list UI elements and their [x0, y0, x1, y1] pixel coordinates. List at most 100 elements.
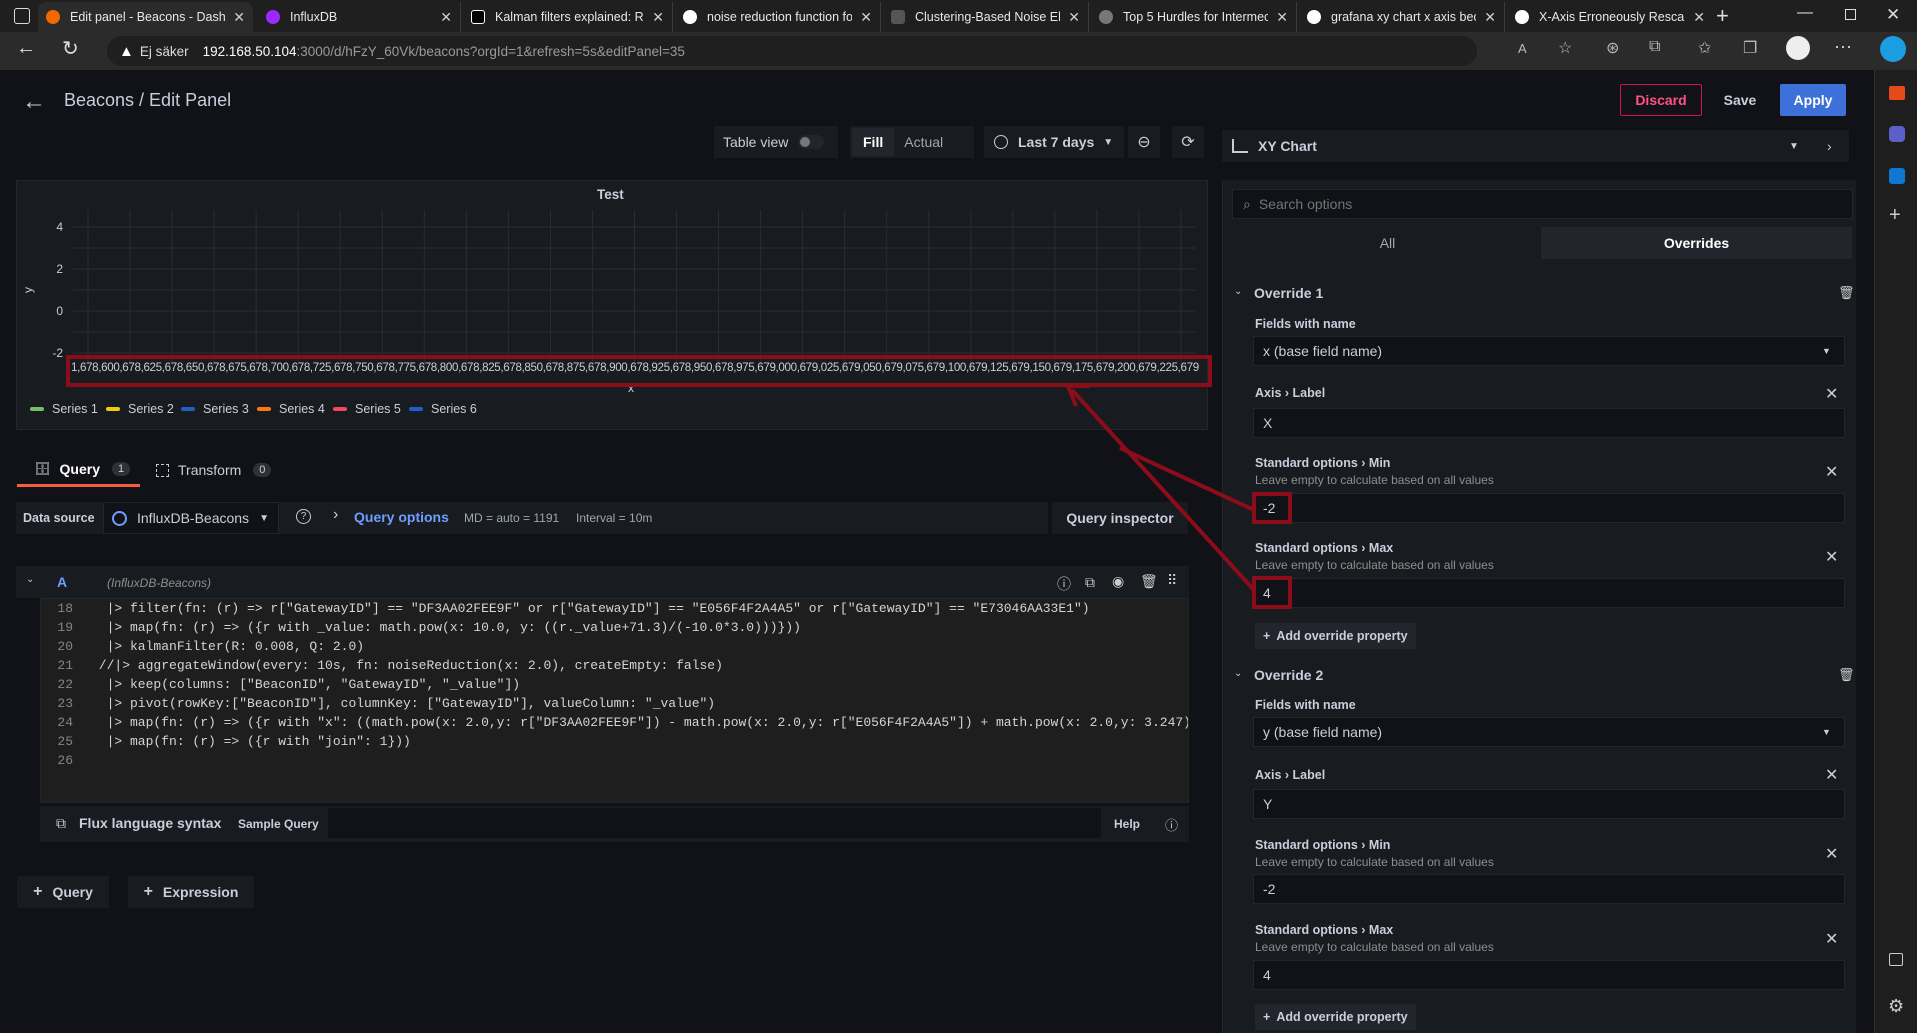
drag-handle-icon[interactable]: ⠿ [1167, 572, 1177, 589]
remove-property-icon[interactable]: ✕ [1825, 929, 1838, 949]
profile-icon[interactable] [1786, 36, 1810, 60]
eye-icon[interactable]: ◉ [1112, 573, 1124, 590]
close-tab-icon[interactable]: ✕ [1068, 9, 1080, 26]
close-tab-icon[interactable]: ✕ [1693, 9, 1705, 26]
settings-icon[interactable]: ⚙ [1888, 996, 1904, 1017]
back-arrow-icon[interactable]: ← [22, 88, 46, 116]
override-title[interactable]: Override 1 [1254, 285, 1323, 301]
browser-tab[interactable]: grafana xy chart x axis bec ✕ [1299, 2, 1505, 32]
max-input[interactable]: 4 [1253, 960, 1845, 990]
trash-icon[interactable]: 🗑 [1140, 573, 1158, 590]
read-aloud-icon[interactable]: A [1518, 41, 1527, 56]
min-input[interactable]: -2 [1253, 493, 1845, 523]
query-options-button[interactable]: Query options [354, 509, 449, 525]
table-view-toggle[interactable]: Table view [714, 126, 838, 158]
url-field[interactable]: ▲ Ej säker 192.168.50.104:3000/d/hFzY_60… [107, 36, 1477, 66]
help-icon[interactable]: ⓘ [1057, 574, 1071, 594]
favorite-icon[interactable]: ☆ [1558, 38, 1572, 58]
browser-tab[interactable]: InfluxDB ✕ [258, 2, 461, 32]
back-icon[interactable]: ← [16, 37, 36, 60]
bing-chat-icon[interactable] [1889, 126, 1905, 142]
help-icon[interactable]: ? [296, 509, 311, 524]
new-tab-icon[interactable]: + [1716, 3, 1729, 29]
favorites-icon[interactable]: ✩ [1698, 38, 1711, 58]
remove-property-icon[interactable]: ✕ [1825, 384, 1838, 404]
collapse-icon[interactable]: ⌄ [26, 574, 34, 585]
chevron-right-icon[interactable]: › [1827, 138, 1832, 154]
toggle-switch[interactable] [798, 135, 825, 149]
bing-icon[interactable] [1880, 36, 1906, 62]
tab-overrides[interactable]: Overrides [1541, 227, 1852, 259]
save-button[interactable]: Save [1710, 84, 1770, 116]
trash-icon[interactable]: 🗑 [1838, 667, 1855, 683]
tab-all[interactable]: All [1235, 227, 1540, 259]
info-icon[interactable]: ⓘ [1165, 815, 1178, 834]
minimize-icon[interactable]: — [1797, 4, 1813, 22]
extensions-icon[interactable]: ⧉ [1649, 38, 1660, 56]
hide-sidebar-icon[interactable] [1889, 953, 1903, 966]
legend-item[interactable]: Series 2 [106, 402, 174, 416]
search-options-field[interactable] [1258, 196, 1819, 212]
refresh-button[interactable]: ⟳ [1172, 126, 1204, 158]
maximize-icon[interactable] [1845, 9, 1856, 20]
help-button[interactable]: Help [1114, 817, 1140, 831]
tools-icon[interactable] [1889, 86, 1905, 100]
fill-actual-radio[interactable]: Fill Actual [850, 126, 974, 158]
query-inspector-button[interactable]: Query inspector [1052, 502, 1188, 534]
outlook-icon[interactable] [1889, 168, 1905, 184]
chevron-down-icon[interactable]: ▼ [1789, 141, 1799, 152]
tab-query[interactable]: 🗄 Query 1 [17, 453, 140, 487]
time-range-picker[interactable]: Last 7 days ▼ [984, 126, 1124, 158]
actual-option[interactable]: Actual [894, 128, 953, 156]
sample-query-select[interactable] [328, 808, 1101, 838]
datasource-picker[interactable]: InfluxDB-Beacons ▼ [103, 502, 279, 534]
tab-transform[interactable]: Transform 0 [156, 453, 282, 487]
legend-item[interactable]: Series 4 [257, 402, 325, 416]
flux-syntax-link[interactable]: Flux language syntax [79, 815, 221, 831]
chevron-down-icon[interactable]: ⌄ [1234, 286, 1242, 297]
close-tab-icon[interactable]: ✕ [233, 9, 245, 26]
fill-option[interactable]: Fill [852, 128, 895, 156]
code-editor[interactable]: 18 |> filter(fn: (r) => r["GatewayID"] =… [40, 598, 1189, 803]
visualization-picker[interactable]: XY Chart ▼ › [1222, 130, 1849, 162]
legend-item[interactable]: Series 5 [333, 402, 401, 416]
close-window-icon[interactable]: ✕ [1886, 5, 1900, 25]
reload-icon[interactable]: ↻ [62, 36, 79, 61]
browser-tab[interactable]: Top 5 Hurdles for Intermec ✕ [1091, 2, 1297, 32]
override-title[interactable]: Override 2 [1254, 667, 1323, 683]
more-icon[interactable]: ··· [1834, 36, 1852, 57]
discard-button[interactable]: Discard [1620, 84, 1702, 116]
options-search-input[interactable]: ⌕ [1232, 189, 1853, 219]
close-tab-icon[interactable]: ✕ [440, 9, 452, 26]
legend-item[interactable]: Series 6 [409, 402, 477, 416]
remove-property-icon[interactable]: ✕ [1825, 462, 1838, 482]
legend-item[interactable]: Series 1 [30, 402, 98, 416]
collections-icon[interactable]: ❐ [1743, 38, 1757, 58]
extension-icon[interactable]: ⊛ [1606, 38, 1619, 58]
query-letter[interactable]: A [57, 574, 67, 590]
axis-label-input[interactable]: Y [1253, 789, 1845, 819]
add-expression-button[interactable]: + Expression [128, 876, 254, 908]
browser-tab[interactable]: noise reduction function fo ✕ [675, 2, 881, 32]
add-query-button[interactable]: + Query [17, 876, 109, 908]
add-sidebar-app-icon[interactable]: + [1889, 204, 1901, 227]
legend-item[interactable]: Series 3 [181, 402, 249, 416]
remove-property-icon[interactable]: ✕ [1825, 765, 1838, 785]
add-override-property-button[interactable]: + Add override property [1255, 623, 1416, 649]
browser-tab[interactable]: Kalman filters explained: R ✕ [463, 2, 673, 32]
chevron-down-icon[interactable]: ⌄ [1234, 668, 1242, 679]
trash-icon[interactable]: 🗑 [1838, 285, 1855, 301]
close-tab-icon[interactable]: ✕ [860, 9, 872, 26]
remove-property-icon[interactable]: ✕ [1825, 844, 1838, 864]
chevron-right-icon[interactable]: › [333, 506, 338, 524]
min-input[interactable]: -2 [1253, 874, 1845, 904]
field-name-select[interactable]: y (base field name) ▼ [1253, 717, 1845, 747]
close-tab-icon[interactable]: ✕ [1276, 9, 1288, 26]
browser-tab[interactable]: Clustering-Based Noise Eli ✕ [883, 2, 1089, 32]
add-override-property-button[interactable]: + Add override property [1255, 1004, 1416, 1030]
max-input[interactable]: 4 [1253, 578, 1845, 608]
sample-query-button[interactable]: Sample Query [238, 817, 319, 831]
duplicate-icon[interactable]: ⧉ [1085, 574, 1095, 591]
remove-property-icon[interactable]: ✕ [1825, 547, 1838, 567]
apply-button[interactable]: Apply [1780, 84, 1846, 116]
